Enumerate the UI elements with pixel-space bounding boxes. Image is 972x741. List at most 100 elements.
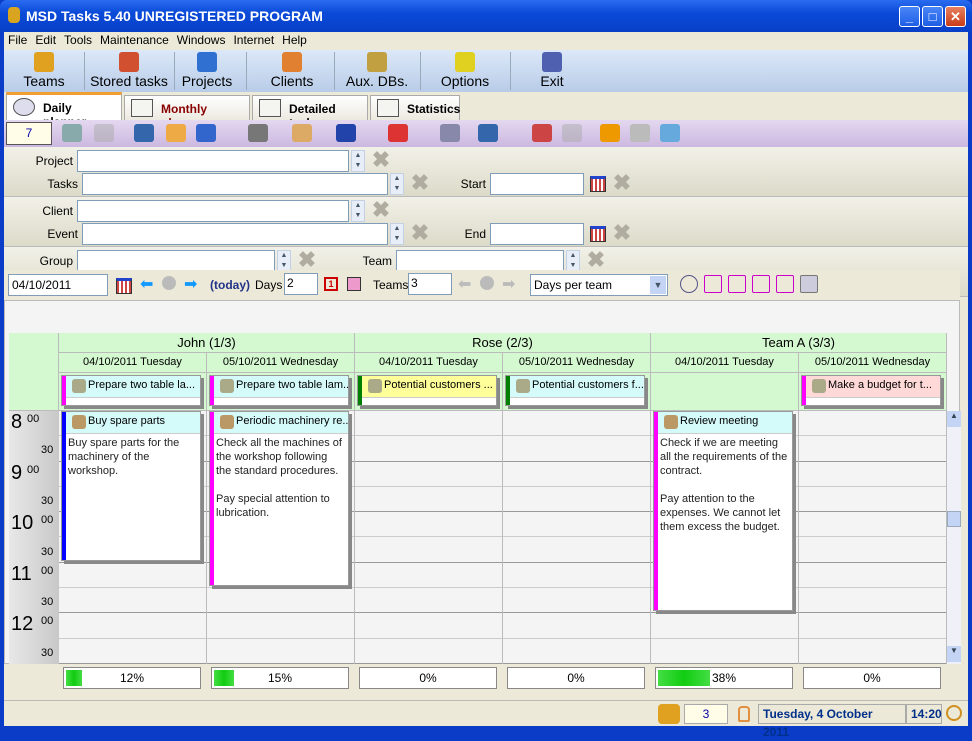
teams-field[interactable]: 3 [408, 273, 452, 295]
exit-button[interactable]: Exit [514, 50, 590, 92]
event[interactable]: Review meeting Check if we are meeting al… [653, 411, 793, 612]
maximize-button[interactable]: □ [922, 6, 943, 27]
binoculars-icon[interactable] [600, 124, 620, 142]
group-clear-button[interactable]: ✖ [297, 249, 317, 271]
hammer-icon [72, 379, 86, 393]
tab-daily-planner[interactable]: Daily planner [6, 92, 122, 129]
menu-tools[interactable]: Tools [64, 32, 92, 48]
today-button[interactable]: (today) [210, 278, 250, 292]
client-clear-button[interactable]: ✖ [371, 199, 391, 221]
all-day-event[interactable]: Potential customers f... [505, 375, 645, 406]
monitor-icon[interactable] [134, 124, 154, 142]
team-spinner[interactable]: ▲ ▼ [566, 250, 580, 272]
start-field[interactable] [490, 173, 584, 195]
options-button[interactable]: Options [424, 50, 506, 92]
tab-statistics[interactable]: Statistics [370, 95, 460, 120]
tasks-clear-button[interactable]: ✖ [410, 172, 430, 194]
export-icon[interactable] [336, 124, 356, 142]
Aux. DBs.-label: Aux. DBs. [345, 73, 409, 89]
aux-dbs-button[interactable]: Aux. DBs. [338, 50, 416, 92]
print-icon[interactable] [440, 124, 460, 142]
clear-icon[interactable] [562, 124, 582, 142]
delete-icon[interactable] [388, 124, 408, 142]
calendar-icon[interactable] [590, 176, 606, 192]
vertical-scrollbar[interactable] [947, 411, 961, 664]
teams-button[interactable]: Teams [8, 50, 80, 92]
end-clear-button[interactable]: ✖ [612, 222, 632, 244]
next-day-icon[interactable]: ➡ [184, 274, 197, 294]
menu-internet[interactable]: Internet [233, 32, 274, 48]
folder-icon[interactable] [292, 124, 312, 142]
tasks-spinner[interactable]: ▲ ▼ [390, 173, 404, 195]
calendar-icon[interactable] [590, 226, 606, 242]
project-spinner[interactable]: ▲ ▼ [351, 150, 365, 172]
end-field[interactable] [490, 223, 584, 245]
calendar-icon[interactable] [116, 278, 132, 294]
tasks-field[interactable] [82, 173, 388, 195]
progress-bar: 0% [803, 667, 941, 689]
lock-icon[interactable] [738, 706, 750, 722]
all-day-event[interactable]: Make a budget for t... [801, 375, 941, 406]
paint-icon[interactable] [532, 124, 552, 142]
event-clear-button[interactable]: ✖ [410, 222, 430, 244]
clear-filter-icon[interactable] [94, 124, 114, 142]
title-bar: MSD Tasks 5.40 UNREGISTERED PROGRAM _ □ … [0, 0, 972, 32]
edit-icon[interactable] [166, 124, 186, 142]
fit-height-icon[interactable] [752, 275, 770, 293]
event[interactable]: Buy spare parts Buy spare parts for the m… [61, 411, 201, 561]
all-day-event[interactable]: Prepare two table lam... [209, 375, 349, 406]
close-button[interactable]: ✕ [945, 6, 966, 27]
tab-detailed-tasks[interactable]: Detailed tasks [252, 95, 368, 130]
add-icon[interactable] [196, 124, 216, 142]
week-icon[interactable] [347, 277, 361, 291]
menu-windows[interactable]: Windows [177, 32, 226, 48]
date-field[interactable]: 04/10/2011 [8, 274, 108, 296]
client-field[interactable] [77, 200, 349, 222]
alarm-icon[interactable] [946, 705, 962, 721]
tab-monthly-planner[interactable]: Monthly planner [124, 95, 250, 130]
event-field[interactable] [82, 223, 388, 245]
menu-help[interactable]: Help [282, 32, 307, 48]
swap-icon[interactable] [478, 124, 498, 142]
group-spinner[interactable]: ▲ ▼ [277, 250, 291, 272]
all-day-event[interactable]: Prepare two table la... [61, 375, 201, 406]
print-icon[interactable] [800, 275, 818, 293]
projects-button[interactable]: Projects [172, 50, 242, 92]
filter-icon[interactable] [62, 124, 82, 142]
group-field[interactable] [77, 250, 275, 272]
scroll-down-button[interactable]: ▼ [947, 646, 961, 662]
team-clear-button[interactable]: ✖ [586, 249, 606, 271]
scroll-thumb[interactable] [947, 511, 961, 527]
event-title-text: Buy spare parts [88, 415, 166, 427]
time-icon[interactable] [704, 275, 722, 293]
minimize-button[interactable]: _ [899, 6, 920, 27]
zoom-icon[interactable] [660, 124, 680, 142]
previous-day-icon[interactable]: ⬅ [140, 274, 153, 294]
start-clear-button[interactable]: ✖ [612, 172, 632, 194]
corner [9, 333, 59, 411]
project-clear-button[interactable]: ✖ [371, 149, 391, 171]
team-field[interactable] [396, 250, 564, 272]
client-spinner[interactable]: ▲ ▼ [351, 200, 365, 222]
clients-button[interactable]: Clients [254, 50, 330, 92]
clock-icon[interactable] [680, 275, 698, 293]
one-day-icon[interactable]: 1 [324, 277, 338, 291]
scroll-up-button[interactable]: ▲ [947, 411, 961, 427]
all-day-event[interactable]: Potential customers ... [357, 375, 497, 406]
stored-tasks-button[interactable]: Stored tasks [88, 50, 170, 92]
event-spinner[interactable]: ▲ ▼ [390, 223, 404, 245]
menu-edit[interactable]: Edit [35, 32, 56, 48]
project-field[interactable] [77, 150, 349, 172]
menu-file[interactable]: File [8, 32, 27, 48]
chevron-down-icon[interactable]: ▼ [650, 276, 666, 294]
menu-maintenance[interactable]: Maintenance [100, 32, 169, 48]
view-mode-select[interactable]: Days per team ▼ [530, 274, 668, 296]
event[interactable]: Periodic machinery re... Check all the ma… [209, 411, 349, 587]
stop-icon[interactable] [162, 276, 176, 290]
copy-icon[interactable] [248, 124, 268, 142]
days-field[interactable]: 2 [284, 273, 318, 295]
binoculars-next-icon[interactable] [630, 124, 650, 142]
window-title: MSD Tasks 5.40 UNREGISTERED PROGRAM [26, 8, 323, 24]
fit-width-icon[interactable] [776, 275, 794, 293]
percent-icon[interactable] [728, 275, 746, 293]
